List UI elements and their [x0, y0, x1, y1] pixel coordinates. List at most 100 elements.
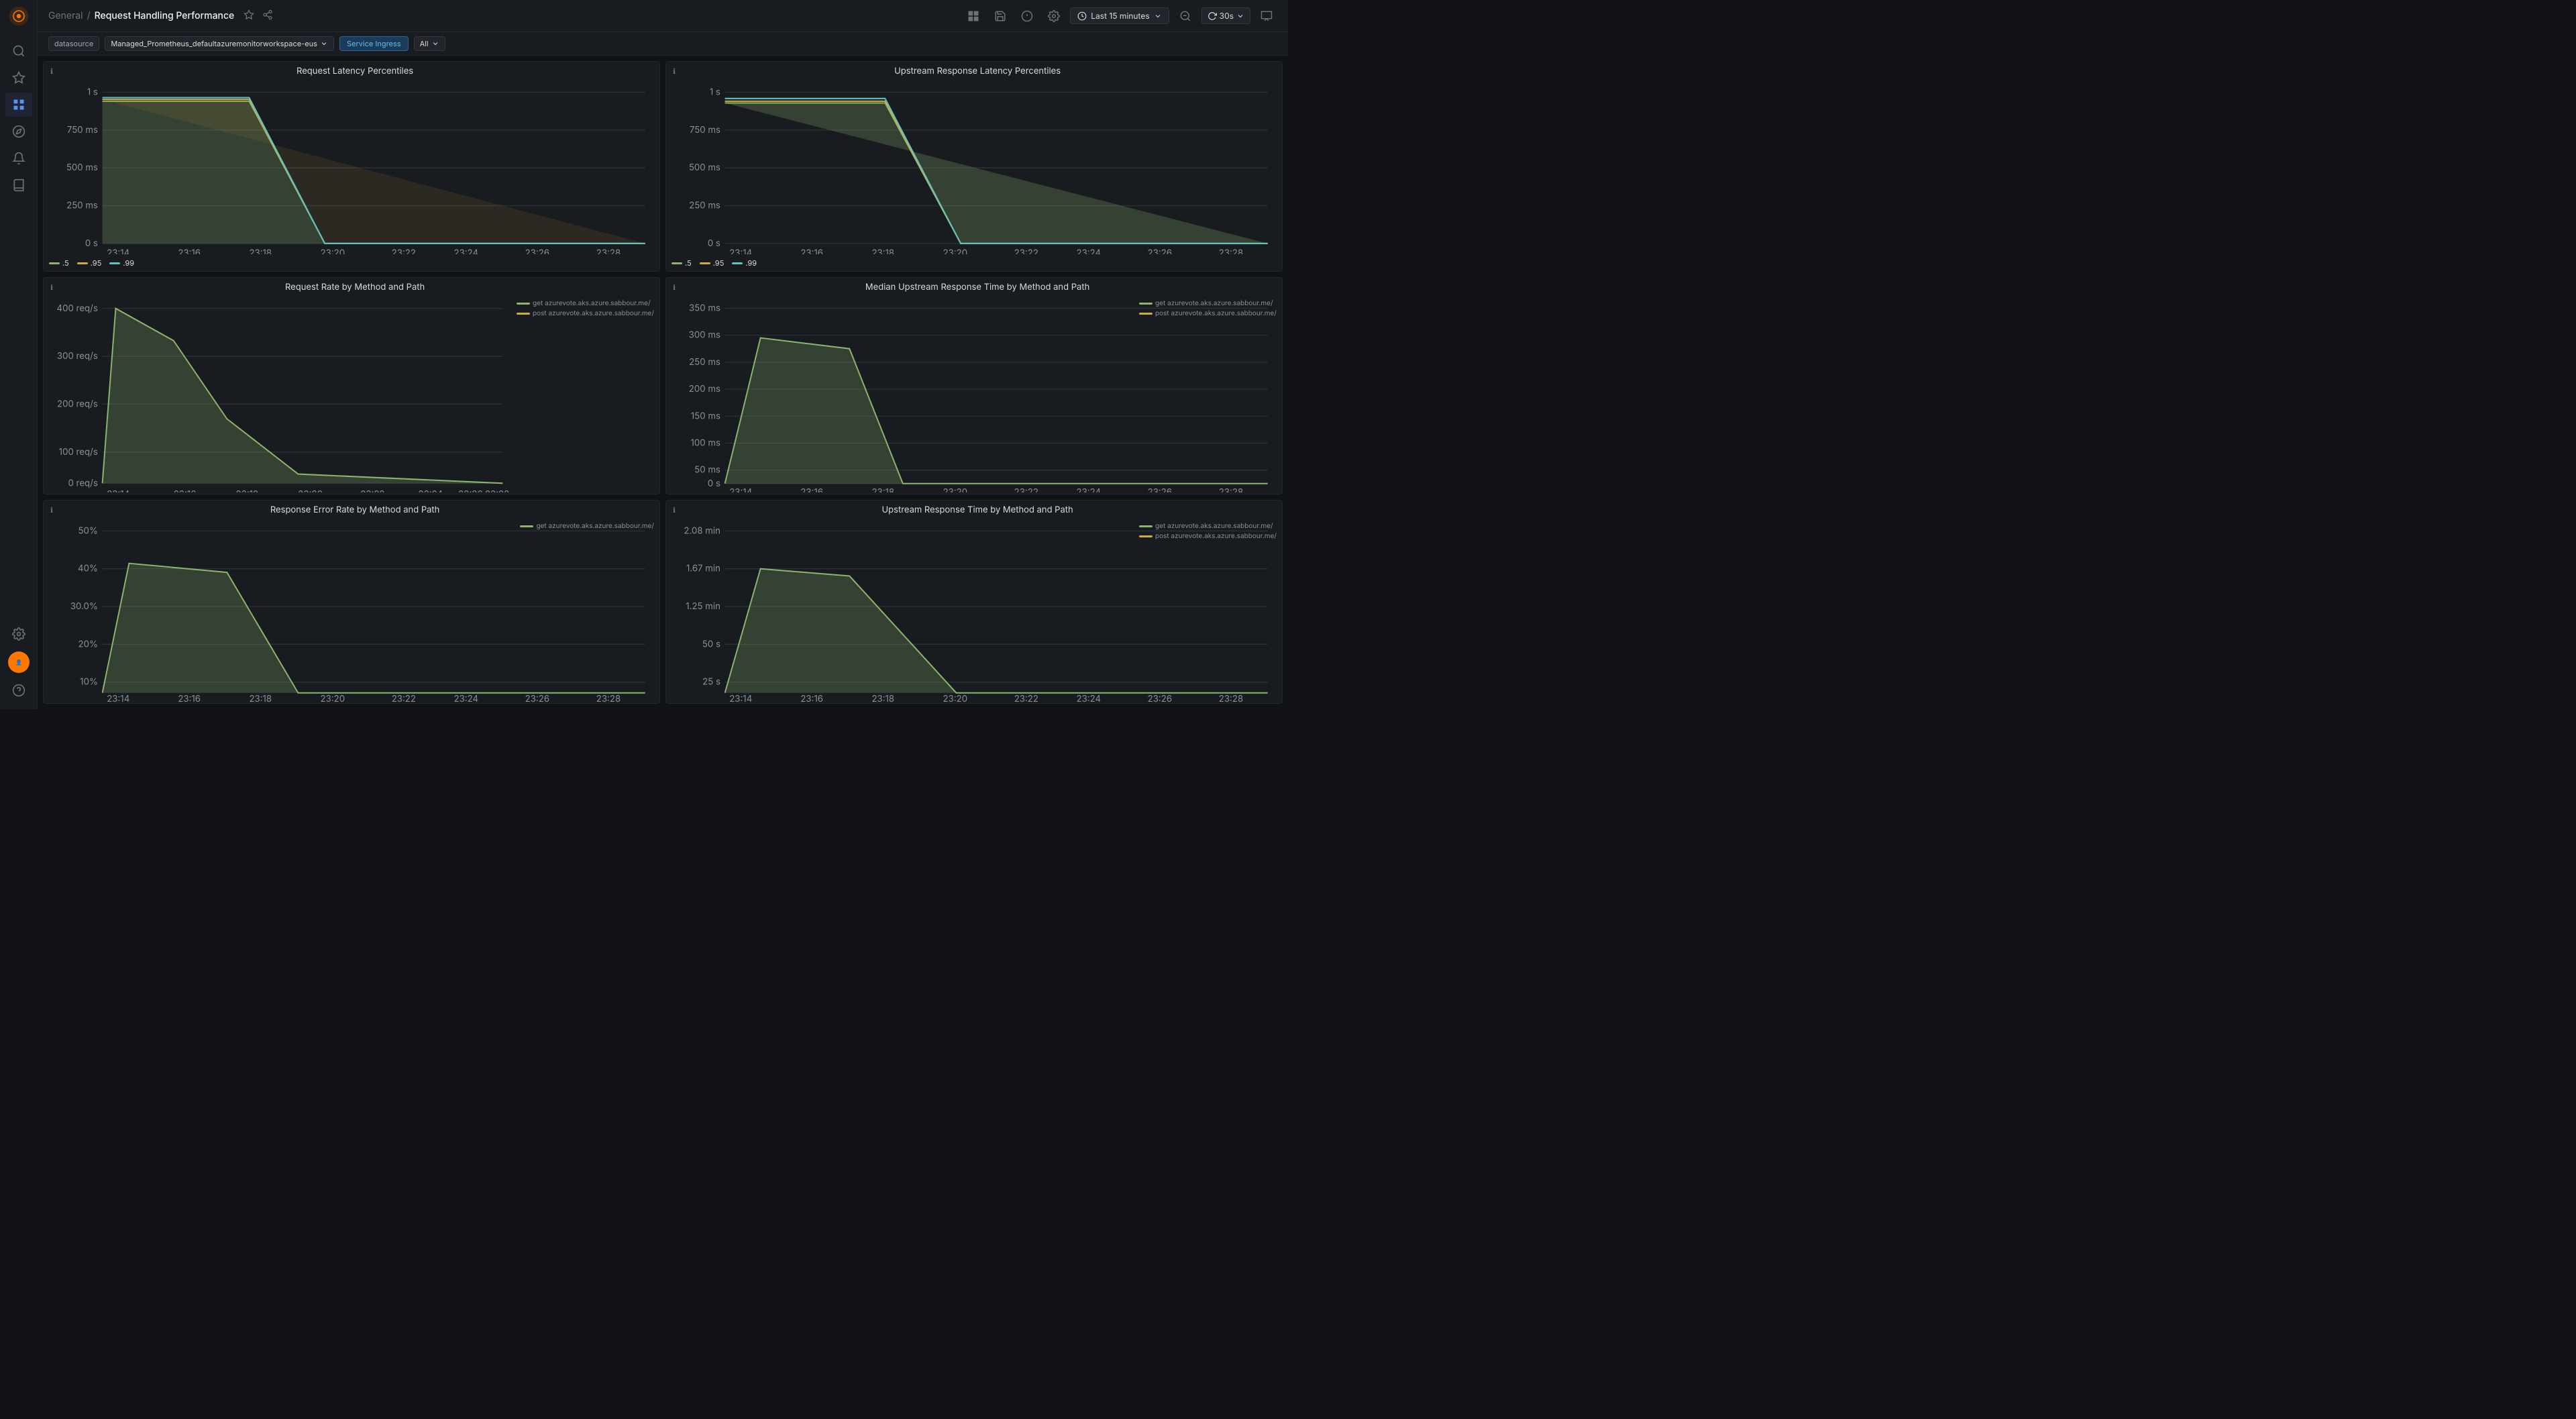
svg-text:150 ms: 150 ms — [691, 411, 720, 421]
svg-text:300 ms: 300 ms — [689, 330, 720, 341]
svg-text:750 ms: 750 ms — [67, 125, 98, 136]
panel-request-rate-title: Request Rate by Method and Path — [57, 282, 653, 293]
svg-text:23:22: 23:22 — [360, 489, 384, 492]
panel-error-rate-body: get azurevote.aks.azure.sabbour.me/ 50% … — [44, 519, 659, 704]
datasource-value: Managed_Prometheus_defaultazuremonitorwo… — [111, 39, 317, 48]
breadcrumb-separator: / — [87, 10, 91, 21]
svg-text:23:22: 23:22 — [1014, 694, 1038, 704]
legend-post: post azurevote.aks.azure.sabbour.me/ — [517, 309, 654, 317]
panel-upstream-response-time-body: get azurevote.aks.azure.sabbour.me/ post… — [666, 519, 1282, 704]
svg-text:23:26: 23:26 — [1148, 487, 1172, 492]
svg-text:23:28: 23:28 — [1219, 694, 1243, 704]
svg-text:23:28: 23:28 — [1219, 248, 1243, 254]
grafana-logo[interactable] — [8, 5, 30, 27]
dashboard-grid: ℹ Request Latency Percentiles 1 s 750 ms — [38, 56, 1288, 709]
share-dashboard-icon[interactable] — [262, 9, 273, 22]
svg-text:400 req/s: 400 req/s — [57, 303, 98, 314]
svg-text:23:14: 23:14 — [729, 694, 752, 704]
sidebar-item-explore[interactable] — [5, 119, 32, 144]
svg-text:23:22: 23:22 — [392, 694, 416, 704]
panel-error-rate: ℹ Response Error Rate by Method and Path… — [43, 500, 660, 704]
sidebar-item-help[interactable] — [5, 678, 32, 702]
svg-text:1 s: 1 s — [87, 87, 98, 97]
datasource-tag[interactable]: datasource — [48, 36, 99, 51]
svg-text:50%: 50% — [78, 525, 98, 536]
svg-text:23:20: 23:20 — [943, 248, 968, 254]
svg-text:23:16: 23:16 — [178, 248, 201, 254]
request-latency-chart: 1 s 750 ms 500 ms 250 ms 0 s 23:14 23:16… — [49, 83, 654, 254]
svg-text:23:16: 23:16 — [800, 487, 823, 492]
panel-request-latency-header: ℹ Request Latency Percentiles — [44, 62, 659, 81]
svg-text:23:14: 23:14 — [729, 248, 752, 254]
legend-upstream-p95-label: .95 — [713, 258, 724, 268]
svg-text:23:26: 23:26 — [525, 694, 549, 704]
dashboard-settings-button[interactable] — [1043, 5, 1065, 27]
svg-text:23:28: 23:28 — [1219, 487, 1243, 492]
sidebar-bottom: 👤 — [5, 621, 32, 704]
svg-text:50 ms: 50 ms — [694, 465, 720, 476]
svg-text:23:16: 23:16 — [178, 694, 201, 704]
panel-error-rate-info-icon[interactable]: ℹ — [50, 505, 53, 515]
svg-text:23:20: 23:20 — [321, 248, 345, 254]
panel-request-rate-header: ℹ Request Rate by Method and Path — [44, 278, 659, 297]
legend-p95-label: .95 — [91, 258, 102, 268]
save-dashboard-button[interactable] — [989, 5, 1011, 27]
legend-upstream-p50: .5 — [672, 258, 692, 268]
svg-text:250 ms: 250 ms — [66, 200, 98, 211]
panel-info-icon[interactable]: ℹ — [50, 66, 53, 76]
legend-upstream-time-post: post azurevote.aks.azure.sabbour.me/ — [1139, 532, 1277, 540]
svg-text:750 ms: 750 ms — [690, 125, 720, 136]
panel-request-rate-info-icon[interactable]: ℹ — [50, 282, 53, 292]
sidebar-item-settings[interactable] — [5, 622, 32, 646]
legend-upstream-time-post-label: post azurevote.aks.azure.sabbour.me/ — [1155, 532, 1277, 540]
fullscreen-button[interactable] — [1256, 5, 1277, 27]
svg-text:23:26: 23:26 — [1148, 694, 1172, 704]
sidebar-item-library[interactable] — [5, 173, 32, 197]
sidebar-item-search[interactable] — [5, 39, 32, 63]
svg-text:200 ms: 200 ms — [689, 384, 720, 395]
svg-text:0 req/s: 0 req/s — [68, 478, 97, 488]
service-ingress-filter[interactable]: Service Ingress — [339, 36, 409, 51]
panel-request-latency-title: Request Latency Percentiles — [57, 66, 653, 76]
panel-median-upstream: ℹ Median Upstream Response Time by Metho… — [665, 277, 1283, 494]
panel-upstream-response-time-info-icon[interactable]: ℹ — [673, 505, 676, 515]
svg-text:23:16: 23:16 — [800, 694, 823, 704]
svg-text:23:14: 23:14 — [729, 487, 752, 492]
refresh-button[interactable]: 30s — [1201, 7, 1250, 24]
zoom-out-button[interactable] — [1175, 5, 1196, 27]
sidebar-item-dashboards[interactable] — [5, 93, 32, 117]
panel-error-rate-inline-legend: get azurevote.aks.azure.sabbour.me/ — [520, 522, 654, 530]
panel-median-upstream-info-icon[interactable]: ℹ — [673, 282, 676, 292]
svg-text:23:28: 23:28 — [596, 248, 621, 254]
svg-text:23:18: 23:18 — [249, 248, 272, 254]
legend-get-label: get azurevote.aks.azure.sabbour.me/ — [533, 299, 651, 307]
svg-text:30.0%: 30.0% — [70, 601, 98, 612]
legend-upstream-time-get: get azurevote.aks.azure.sabbour.me/ — [1139, 522, 1277, 530]
sidebar-item-alerting[interactable] — [5, 146, 32, 170]
panel-median-upstream-inline-legend: get azurevote.aks.azure.sabbour.me/ post… — [1139, 299, 1277, 317]
sidebar-item-user[interactable]: 👤 — [8, 651, 30, 673]
legend-item-p99: .99 — [109, 258, 134, 268]
panel-median-upstream-title: Median Upstream Response Time by Method … — [680, 282, 1275, 293]
add-panel-button[interactable] — [963, 5, 984, 27]
time-range-picker[interactable]: Last 15 minutes — [1070, 7, 1169, 24]
sidebar-item-starred[interactable] — [5, 66, 32, 90]
panel-upstream-response-time: ℹ Upstream Response Time by Method and P… — [665, 500, 1283, 704]
panel-upstream-latency-header: ℹ Upstream Response Latency Percentiles — [666, 62, 1282, 81]
all-filter-dropdown[interactable]: All — [414, 36, 445, 51]
panel-upstream-latency-body: 1 s 750 ms 500 ms 250 ms 0 s 23:14 23:16… — [666, 81, 1282, 256]
svg-text:23:18: 23:18 — [871, 248, 894, 254]
star-dashboard-icon[interactable] — [244, 9, 254, 22]
panel-upstream-latency-info-icon[interactable]: ℹ — [673, 66, 676, 76]
legend-post-label: post azurevote.aks.azure.sabbour.me/ — [533, 309, 654, 317]
svg-text:500 ms: 500 ms — [689, 162, 720, 173]
panel-upstream-latency: ℹ Upstream Response Latency Percentiles … — [665, 61, 1283, 272]
breadcrumb-parent[interactable]: General — [48, 10, 83, 21]
legend-p99-label: .99 — [123, 258, 134, 268]
datasource-dropdown[interactable]: Managed_Prometheus_defaultazuremonitorwo… — [105, 36, 334, 51]
request-rate-chart: 400 req/s 300 req/s 200 req/s 100 req/s … — [49, 299, 654, 492]
svg-text:50 s: 50 s — [702, 639, 720, 649]
svg-text:0 s: 0 s — [708, 478, 720, 489]
svg-text:23:18: 23:18 — [871, 487, 894, 492]
dashboard-info-button[interactable] — [1016, 5, 1038, 27]
